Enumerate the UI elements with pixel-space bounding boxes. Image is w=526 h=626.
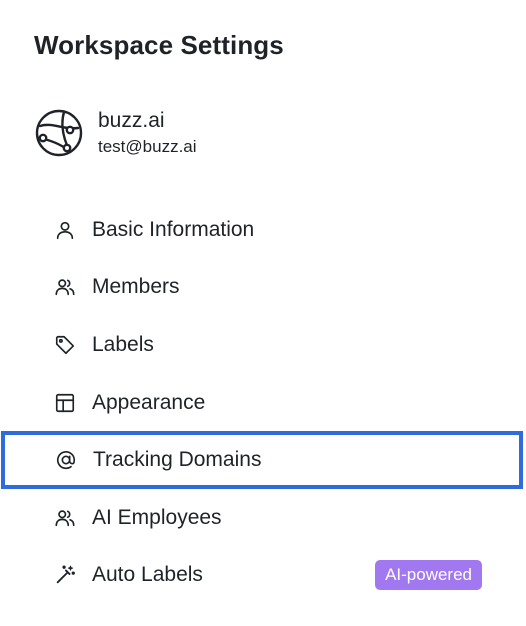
workspace-info: buzz.ai test@buzz.ai: [34, 108, 197, 158]
nav-item-auto-labels[interactable]: Auto Labels AI-powered: [0, 547, 526, 605]
nav-item-label: AI Employees: [92, 505, 222, 529]
magic-wand-icon: [53, 563, 77, 587]
ai-powered-badge: AI-powered: [375, 560, 482, 591]
nav-item-label: Basic Information: [92, 217, 255, 241]
nav-item-labels[interactable]: Labels: [0, 316, 526, 374]
at-sign-icon: [54, 448, 78, 472]
tag-icon: [53, 333, 77, 357]
workspace-email: test@buzz.ai: [98, 137, 197, 156]
buzz-logo-icon: [34, 108, 84, 158]
layout-icon: [53, 391, 77, 415]
nav-item-label: Members: [92, 275, 180, 299]
users-icon: [53, 275, 77, 299]
settings-nav: Basic Information Members Labels Appeara…: [0, 201, 526, 604]
user-icon: [53, 218, 77, 242]
workspace-name: buzz.ai: [98, 109, 165, 132]
nav-item-label: Appearance: [92, 390, 206, 414]
page-title: Workspace Settings: [34, 30, 284, 60]
nav-item-label: Tracking Domains: [93, 448, 262, 472]
nav-item-members[interactable]: Members: [0, 259, 526, 317]
workspace-settings-panel: Workspace Settings buzz.ai test@buzz.ai: [0, 0, 526, 626]
nav-item-ai-employees[interactable]: AI Employees: [0, 489, 526, 547]
users-icon: [53, 506, 77, 530]
nav-item-label: Labels: [92, 332, 154, 356]
nav-item-tracking-domains[interactable]: Tracking Domains: [1, 431, 523, 489]
nav-item-basic-information[interactable]: Basic Information: [0, 201, 526, 259]
nav-item-label: Auto Labels: [92, 563, 203, 587]
nav-item-appearance[interactable]: Appearance: [0, 374, 526, 432]
